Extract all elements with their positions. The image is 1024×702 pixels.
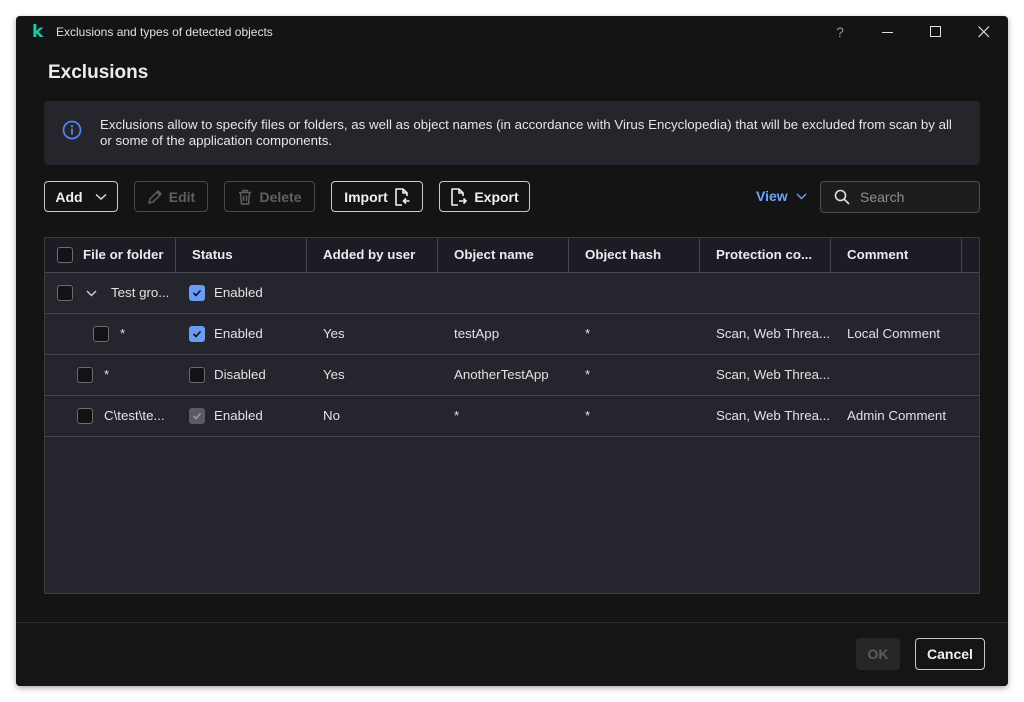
window-title: Exclusions and types of detected objects <box>56 25 273 39</box>
search-input[interactable] <box>860 189 970 205</box>
status-checkbox-locked <box>189 408 205 424</box>
column-header-object-name[interactable]: Object name <box>438 238 569 272</box>
row-checkbox[interactable] <box>57 285 73 301</box>
column-header-protection-components[interactable]: Protection co... <box>700 238 831 272</box>
cell-file: C\test\te... <box>104 408 165 423</box>
help-button[interactable]: ? <box>816 16 864 48</box>
edit-button[interactable]: Edit <box>134 181 208 212</box>
row-checkbox[interactable] <box>77 367 93 383</box>
checkmark-icon <box>192 412 202 420</box>
dialog-footer: OK Cancel <box>16 622 1008 686</box>
import-button[interactable]: Import <box>331 181 423 212</box>
cell-object-name: testApp <box>454 326 500 341</box>
table-header: File or folder Status Added by user Obje… <box>45 238 979 273</box>
cell-status: Enabled <box>214 326 263 341</box>
delete-label: Delete <box>259 188 302 205</box>
cell-object-hash: * <box>585 326 591 341</box>
cell-file: * <box>120 326 126 341</box>
chevron-down-icon <box>796 193 807 199</box>
export-label: Export <box>474 188 519 205</box>
status-checkbox[interactable] <box>189 367 205 383</box>
row-checkbox[interactable] <box>93 326 109 342</box>
cell-status: Enabled <box>214 285 263 300</box>
column-header-added-by-user[interactable]: Added by user <box>307 238 438 272</box>
cell-added-by-user: No <box>323 408 340 423</box>
table-row-group[interactable]: Test gro... Enabled <box>45 273 979 314</box>
checkmark-icon <box>192 330 202 338</box>
view-dropdown[interactable]: View <box>756 188 807 204</box>
status-checkbox[interactable] <box>189 326 205 342</box>
cancel-button[interactable]: Cancel <box>915 638 985 670</box>
cell-protection: Scan, Web Threa... <box>716 367 831 382</box>
chevron-down-icon[interactable] <box>86 290 97 297</box>
info-text: Exclusions allow to specify files or fol… <box>100 117 952 148</box>
title-bar: k Exclusions and types of detected objec… <box>16 16 1008 48</box>
cell-status: Enabled <box>214 408 263 423</box>
info-icon <box>62 120 82 140</box>
close-button[interactable] <box>960 16 1008 48</box>
import-label: Import <box>344 188 388 205</box>
cell-protection: Scan, Web Threa... <box>716 408 831 423</box>
chevron-down-icon <box>95 193 107 200</box>
kaspersky-logo-icon: k <box>32 22 44 42</box>
cell-object-hash: * <box>585 408 591 423</box>
cell-status: Disabled <box>214 367 266 382</box>
status-checkbox[interactable] <box>189 285 205 301</box>
maximize-icon <box>930 26 941 37</box>
search-icon <box>834 189 850 205</box>
export-icon <box>451 187 468 206</box>
exclusions-table: File or folder Status Added by user Obje… <box>44 237 980 594</box>
add-button[interactable]: Add <box>44 181 118 212</box>
search-box[interactable] <box>820 181 980 213</box>
maximize-button[interactable] <box>912 16 960 48</box>
table-row[interactable]: * Disabled Yes AnotherTestApp * Scan, We… <box>45 355 979 396</box>
pencil-icon <box>148 189 162 204</box>
cell-comment: Admin Comment <box>847 408 947 423</box>
import-icon <box>394 187 410 206</box>
cell-protection: Scan, Web Threa... <box>716 326 831 341</box>
edit-label: Edit <box>168 188 196 205</box>
column-header-extra <box>962 238 979 272</box>
cell-comment <box>847 355 977 395</box>
cell-file: Test gro... <box>111 285 170 300</box>
cell-object-name: AnotherTestApp <box>454 367 549 382</box>
cell-object-name: * <box>454 408 460 423</box>
cell-added-by-user: Yes <box>323 367 345 382</box>
select-all-checkbox[interactable] <box>57 247 73 263</box>
column-header-object-hash[interactable]: Object hash <box>569 238 700 272</box>
help-icon: ? <box>836 24 844 40</box>
ok-button[interactable]: OK <box>856 638 900 670</box>
close-icon <box>978 26 990 38</box>
minimize-icon <box>882 32 893 33</box>
cell-comment: Local Comment <box>847 326 941 341</box>
cell-object-hash: * <box>585 367 591 382</box>
cell-added-by-user: Yes <box>323 326 345 341</box>
page-title: Exclusions <box>48 62 149 83</box>
view-label: View <box>756 188 788 204</box>
export-button[interactable]: Export <box>439 181 530 212</box>
table-row[interactable]: * Enabled Yes testApp * Scan, Web Threa.… <box>45 314 979 355</box>
table-row[interactable]: C\test\te... Enabled No * * Scan, Web Th… <box>45 396 979 437</box>
row-checkbox[interactable] <box>77 408 93 424</box>
info-banner: Exclusions allow to specify files or fol… <box>44 101 980 165</box>
trash-icon <box>239 189 252 205</box>
minimize-button[interactable] <box>864 16 912 48</box>
add-label: Add <box>55 188 83 205</box>
checkmark-icon <box>192 289 202 297</box>
cell-file: * <box>104 367 110 382</box>
column-header-comment[interactable]: Comment <box>831 238 962 272</box>
column-header-status[interactable]: Status <box>176 238 307 272</box>
dialog-window: k Exclusions and types of detected objec… <box>16 16 1008 686</box>
delete-button[interactable]: Delete <box>224 181 315 212</box>
